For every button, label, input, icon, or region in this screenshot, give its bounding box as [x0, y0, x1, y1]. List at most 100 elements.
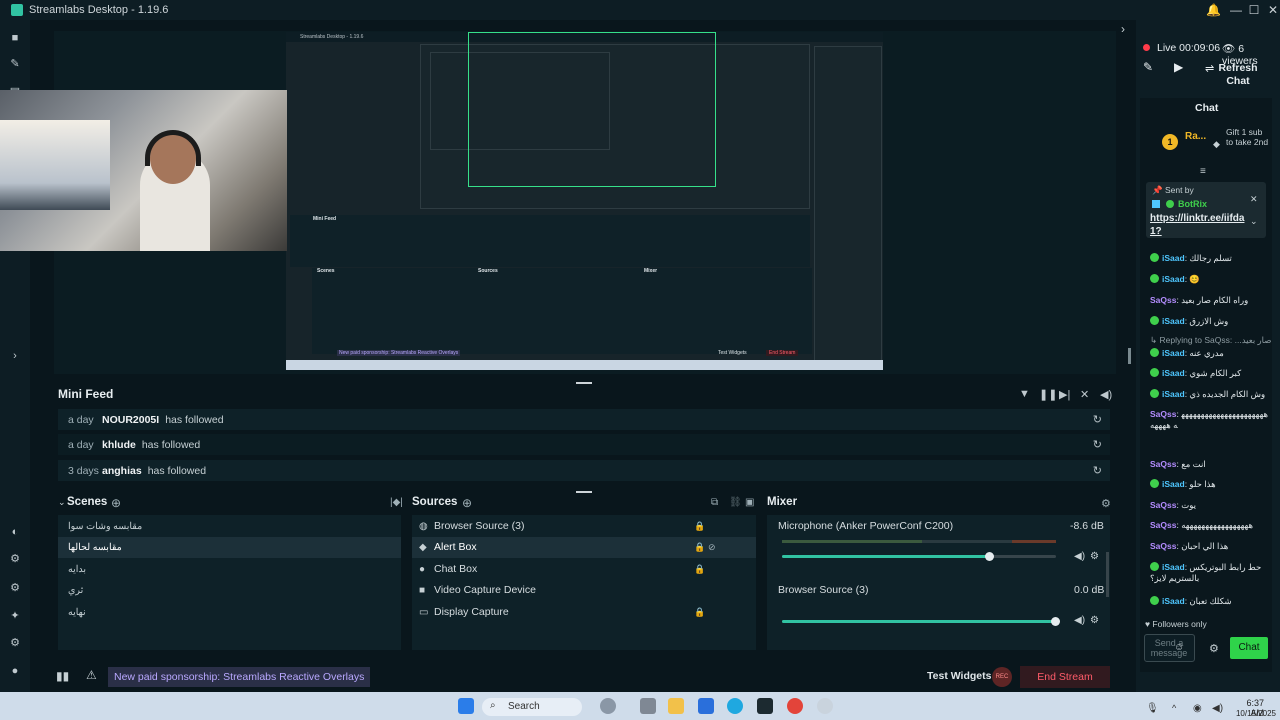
expand-chevron-icon[interactable]: ⌄: [1250, 216, 1258, 227]
filter-icon[interactable]: ▼: [1019, 388, 1030, 400]
alert-icon[interactable]: ⚠: [86, 668, 97, 682]
scene-item[interactable]: ثري: [58, 580, 401, 601]
mixer-scrollbar[interactable]: [1106, 552, 1109, 597]
scene-item[interactable]: بدايه: [58, 559, 401, 580]
volume-icon[interactable]: ◀): [1100, 388, 1112, 401]
chat-user[interactable]: SaQss: [1150, 295, 1176, 305]
stats-icon[interactable]: ▮▮: [56, 669, 69, 683]
source-item[interactable]: ◍ Browser Source (3) 🔒: [412, 516, 756, 537]
record-button[interactable]: REC: [992, 667, 1012, 687]
network-icon[interactable]: ◉: [1193, 703, 1202, 714]
chat-user[interactable]: iSaad: [1162, 368, 1185, 378]
store-icon[interactable]: [698, 698, 714, 714]
replay-icon[interactable]: ↻: [1093, 413, 1102, 426]
source-groups-icon[interactable]: ⧉: [711, 497, 718, 508]
skip-icon[interactable]: ▶|: [1059, 388, 1070, 401]
apps-icon[interactable]: ✦: [9, 610, 21, 622]
chat-user[interactable]: iSaad: [1162, 389, 1185, 399]
source-item-selected[interactable]: ◆ Alert Box 🔒 ⊘: [412, 537, 756, 558]
edge-icon[interactable]: [727, 698, 743, 714]
resize-handle[interactable]: [576, 382, 592, 384]
chat-user[interactable]: iSaad: [1162, 562, 1185, 572]
add-source-icon[interactable]: ⊕: [462, 496, 472, 510]
lock-icon[interactable]: 🔒: [694, 537, 705, 558]
widgets-icon[interactable]: [600, 698, 616, 714]
chat-user[interactable]: iSaad: [1162, 596, 1185, 606]
obs-icon[interactable]: [817, 698, 833, 714]
profile-icon[interactable]: ●: [9, 665, 21, 677]
integrations-icon[interactable]: ⚙: [9, 553, 21, 565]
unpin-icon[interactable]: ✕: [1250, 194, 1258, 205]
chat-user[interactable]: SaQss: [1150, 500, 1176, 510]
hide-icon[interactable]: ⊘: [708, 537, 716, 558]
test-widgets-button[interactable]: Test Widgets: [927, 670, 991, 682]
volume-slider[interactable]: [782, 617, 1060, 626]
scene-item-selected[interactable]: مقابسه لحالها: [58, 537, 401, 558]
emote-icon[interactable]: ☺: [1174, 642, 1184, 653]
slider-knob[interactable]: [1051, 617, 1060, 626]
scene-item[interactable]: نهايه: [58, 602, 401, 623]
volume-tray-icon[interactable]: ◀): [1212, 703, 1223, 714]
chat-user[interactable]: iSaad: [1162, 348, 1185, 358]
channel-settings-icon[interactable]: ⚙: [1090, 615, 1099, 626]
replay-icon[interactable]: ↻: [1093, 464, 1102, 477]
collapse-arrow-icon[interactable]: ›: [9, 350, 21, 362]
scene-item[interactable]: مقابسه وشات سوا: [58, 516, 401, 537]
taskbar-search[interactable]: ⌕ Search: [482, 698, 582, 716]
add-folder-icon[interactable]: ▣: [745, 497, 754, 508]
mute-alerts-icon[interactable]: ✕: [1080, 388, 1089, 401]
streamlabs-taskbar-icon[interactable]: [757, 698, 773, 714]
speaker-icon[interactable]: ◀): [1074, 551, 1085, 562]
lock-icon[interactable]: 🔒: [694, 602, 705, 623]
chrome-icon[interactable]: [787, 698, 803, 714]
pinned-link[interactable]: https://linktr.ee/iifda1?: [1150, 212, 1246, 238]
speaker-icon[interactable]: ◀): [1074, 615, 1085, 626]
pause-icon[interactable]: ❚❚: [1039, 388, 1057, 401]
edit-icon[interactable]: ✎: [1143, 60, 1153, 74]
collapse-chevron-icon[interactable]: ⌄: [58, 497, 66, 508]
chat-user[interactable]: iSaad: [1162, 316, 1185, 326]
chat-input[interactable]: Send a message: [1144, 634, 1195, 662]
popout-icon[interactable]: ▶: [1174, 60, 1183, 74]
source-item[interactable]: ▭ Display Capture 🔒: [412, 602, 756, 623]
webcam-source[interactable]: [0, 90, 287, 251]
chat-user[interactable]: SaQss: [1150, 409, 1176, 419]
lock-icon[interactable]: 🔒: [694, 516, 705, 537]
file-explorer-icon[interactable]: [668, 698, 684, 714]
studio-mode-icon[interactable]: ◐: [9, 526, 21, 538]
chat-user[interactable]: iSaad: [1162, 479, 1185, 489]
mic-icon[interactable]: 🎙: [1146, 703, 1159, 714]
mixer-settings-icon[interactable]: ⚙: [1101, 497, 1111, 510]
refresh-chat-button[interactable]: Refresh Chat: [1218, 62, 1258, 88]
source-item[interactable]: ■ Video Capture Device: [412, 580, 756, 601]
channel-settings-icon[interactable]: ⚙: [1090, 551, 1099, 562]
chat-user[interactable]: iSaad: [1162, 253, 1185, 263]
highlighter-icon[interactable]: ⚙: [9, 582, 21, 594]
source-item[interactable]: ● Chat Box 🔒: [412, 559, 756, 580]
maximize-button[interactable]: ☐: [1247, 3, 1261, 17]
notification-bell-icon[interactable]: 🔔: [1206, 3, 1221, 17]
chat-user[interactable]: iSaad: [1162, 274, 1185, 284]
themes-icon[interactable]: ✎: [9, 58, 21, 70]
start-button-icon[interactable]: [458, 698, 474, 714]
collapse-right-icon[interactable]: ›: [1121, 22, 1125, 36]
settings-icon[interactable]: ⚙: [9, 637, 21, 649]
resize-handle[interactable]: [576, 491, 592, 493]
menu-icon[interactable]: ≡: [1200, 166, 1206, 177]
task-view-icon[interactable]: [640, 698, 656, 714]
refresh-icon[interactable]: ⇌: [1205, 62, 1214, 75]
scene-transitions-icon[interactable]: |◆|: [390, 497, 403, 508]
chat-send-button[interactable]: Chat: [1230, 637, 1268, 659]
chat-user[interactable]: SaQss: [1150, 520, 1176, 530]
minimize-button[interactable]: —: [1229, 3, 1243, 17]
end-stream-button[interactable]: End Stream: [1020, 666, 1110, 688]
chat-settings-icon[interactable]: ⚙: [1209, 642, 1219, 655]
chat-user[interactable]: SaQss: [1150, 541, 1176, 551]
volume-slider[interactable]: [782, 552, 1056, 561]
chat-user[interactable]: SaQss: [1150, 459, 1176, 469]
source-link-icon[interactable]: ⛓: [729, 497, 742, 508]
promo-banner[interactable]: New paid sponsorship: Streamlabs Reactiv…: [108, 667, 371, 687]
tray-chevron-icon[interactable]: ^: [1172, 703, 1176, 713]
lock-icon[interactable]: 🔒: [694, 559, 705, 580]
close-button[interactable]: ✕: [1266, 3, 1280, 17]
